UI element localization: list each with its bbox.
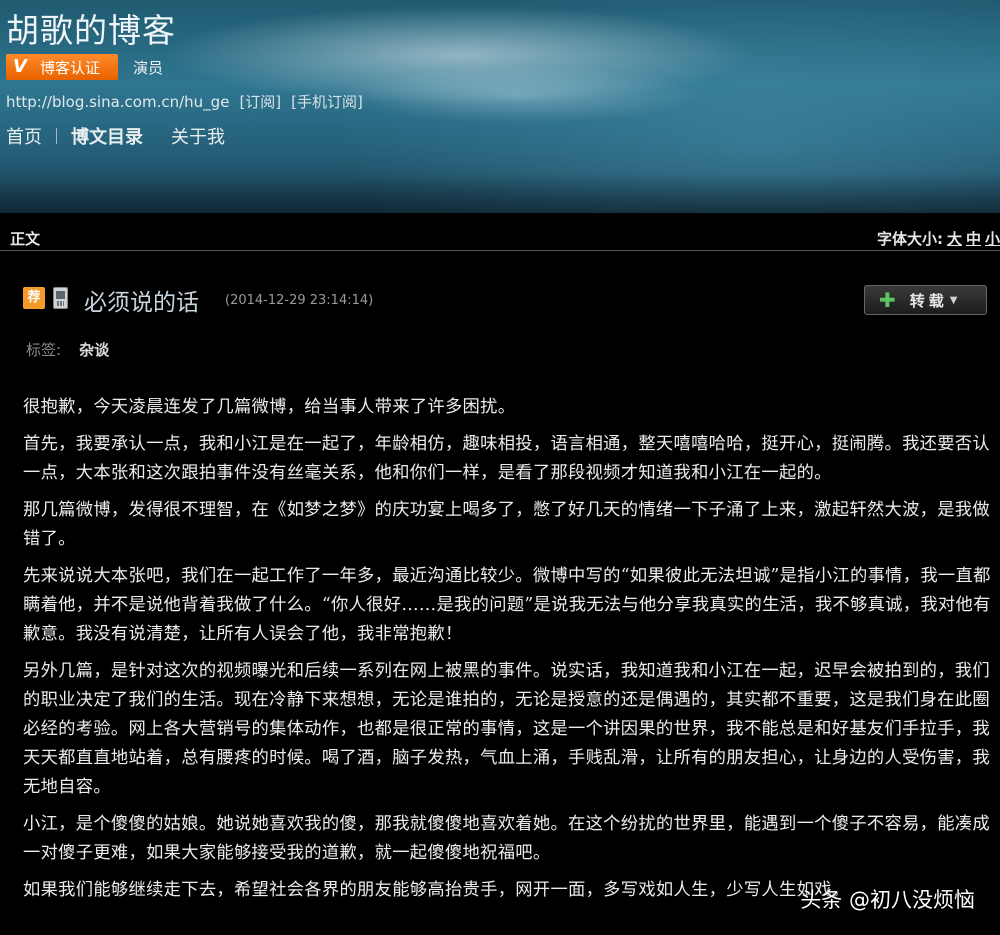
tag-link[interactable]: 杂谈 [79,341,109,359]
watermark: 头条 @初八没烦恼 [800,888,975,912]
subscribe-link[interactable]: [订阅] [239,93,281,111]
blog-header-banner: 胡歌的博客 V 博客认证 演员 http://blog.sina.com.cn/… [0,0,1000,213]
repost-button[interactable]: ✚ 转载 ▼ [864,285,987,315]
article-bar: 正文 字体大小: 大中小 [0,228,1000,251]
verified-badge[interactable]: V 博客认证 [6,54,118,80]
font-size-control: 字体大小: 大中小 [877,228,1000,249]
paragraph: 很抱歉，今天凌晨连发了几篇微博，给当事人带来了许多困扰。 [23,397,516,417]
blog-url[interactable]: http://blog.sina.com.cn/hu_ge [6,93,229,111]
paragraph: 小江，是个傻傻的姑娘。她说她喜欢我的傻，那我就傻傻地喜欢着她。在这个纷扰的世界里… [23,814,990,863]
plus-icon: ✚ [879,288,896,312]
paragraph: 那几篇微博，发得很不理智，在《如梦之梦》的庆功宴上喝多了，憋了好几天的情绪一下子… [23,500,990,549]
author-role: 演员 [133,59,164,77]
font-size-label: 字体大小: [876,230,943,248]
font-size-large[interactable]: 大 [947,230,962,248]
mobile-subscribe-link[interactable]: [手机订阅] [291,93,363,111]
phone-icon [53,287,68,309]
badge-label: 博客认证 [40,58,101,77]
post-tags: 标签: 杂谈 [26,339,109,360]
v-icon: V [13,56,27,77]
blog-nav: 首页 博文目录 关于我 [6,123,225,149]
tag-label: 标签: [26,341,62,359]
repost-label: 转载 [909,291,948,310]
nav-divider [56,128,57,144]
nav-about[interactable]: 关于我 [171,123,225,149]
recommend-icon: 荐 [23,287,45,309]
post-title: 必须说的话 [84,290,199,316]
font-size-small[interactable]: 小 [985,230,1000,248]
nav-article-list[interactable]: 博文目录 [71,123,143,149]
font-size-medium[interactable]: 中 [966,230,981,248]
chevron-down-icon: ▼ [949,294,958,306]
paragraph: 先来说说大本张吧，我们在一起工作了一年多，最近沟通比较少。微博中写的“如果彼此无… [23,566,991,644]
paragraph: 首先，我要承认一点，我和小江是在一起了，年龄相仿，趣味相投，语言相通，整天嘻嘻哈… [23,434,990,483]
nav-home[interactable]: 首页 [6,123,42,149]
paragraph: 另外几篇，是针对这次的视频曝光和后续一系列在网上被黑的事件。说实话，我知道我和小… [23,661,990,797]
blog-url-row: http://blog.sina.com.cn/hu_ge [订阅] [手机订阅] [6,91,373,112]
post-body: 很抱歉，今天凌晨连发了几篇微博，给当事人带来了许多困扰。 首先，我要承认一点，我… [23,393,995,913]
post-timestamp: (2014-12-29 23:14:14) [225,293,374,308]
article-label: 正文 [10,230,41,248]
blog-title[interactable]: 胡歌的博客 [6,4,176,52]
